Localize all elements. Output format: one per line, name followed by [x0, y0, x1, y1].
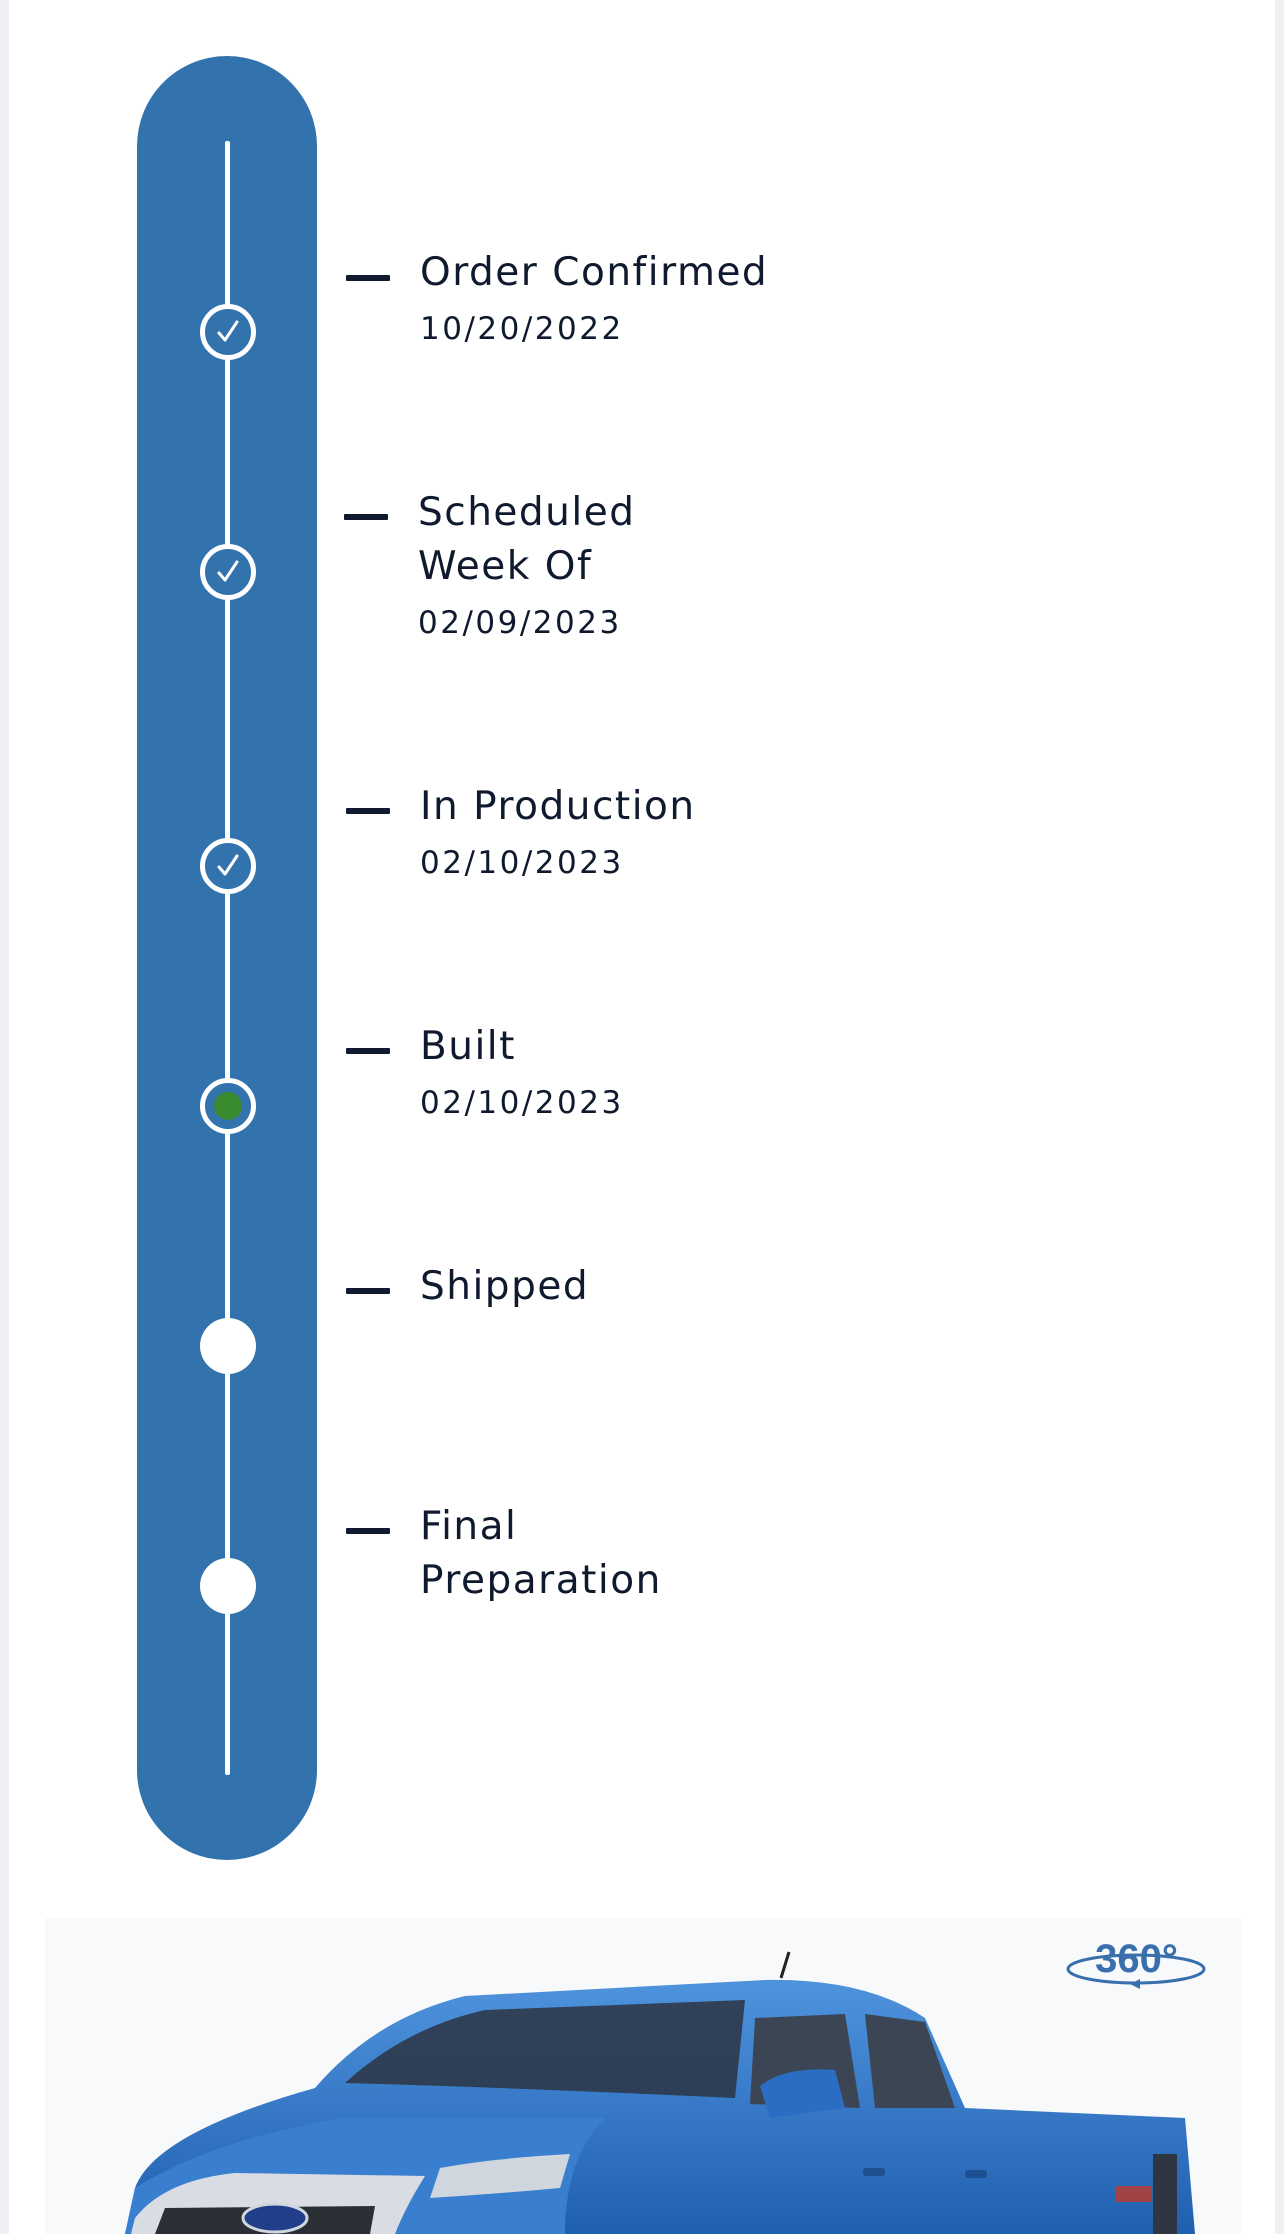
step-dash — [346, 275, 390, 281]
step-title: Order Confirmed — [420, 250, 769, 295]
step-complete-node — [200, 304, 256, 360]
step-complete-node — [200, 544, 256, 600]
step-title: Scheduled Week Of — [418, 490, 636, 589]
step-title: In Production — [420, 784, 696, 829]
step-dash — [346, 1048, 390, 1054]
step-date: 02/09/2023 — [418, 605, 622, 641]
current-dot-icon — [214, 1092, 242, 1120]
checkmark-icon — [217, 320, 239, 342]
step-dash — [346, 808, 390, 814]
step-current-node — [200, 1078, 256, 1134]
step-pending-node — [200, 1318, 256, 1374]
step-date: 10/20/2022 — [420, 311, 624, 347]
checkmark-icon — [217, 560, 239, 582]
step-title: Final Preparation — [420, 1504, 662, 1603]
step-title: Built — [420, 1024, 516, 1069]
truck-illustration — [125, 1951, 1195, 2234]
step-complete-node — [200, 838, 256, 894]
step-dash — [346, 1288, 390, 1294]
view-360-button[interactable]: 360° — [1064, 1935, 1209, 1995]
step-dash — [344, 514, 388, 520]
step-dash — [346, 1528, 390, 1534]
vehicle-image[interactable] — [45, 1918, 1241, 2234]
order-status-page: Order Confirmed 10/20/2022 Scheduled Wee… — [9, 0, 1275, 2234]
step-date: 02/10/2023 — [420, 1085, 624, 1121]
view-360-label: 360° — [1095, 1937, 1178, 1981]
checkmark-icon — [217, 854, 239, 876]
step-date: 02/10/2023 — [420, 845, 624, 881]
step-title: Shipped — [420, 1264, 590, 1309]
order-tracker-line — [225, 141, 230, 1775]
step-pending-node — [200, 1558, 256, 1614]
